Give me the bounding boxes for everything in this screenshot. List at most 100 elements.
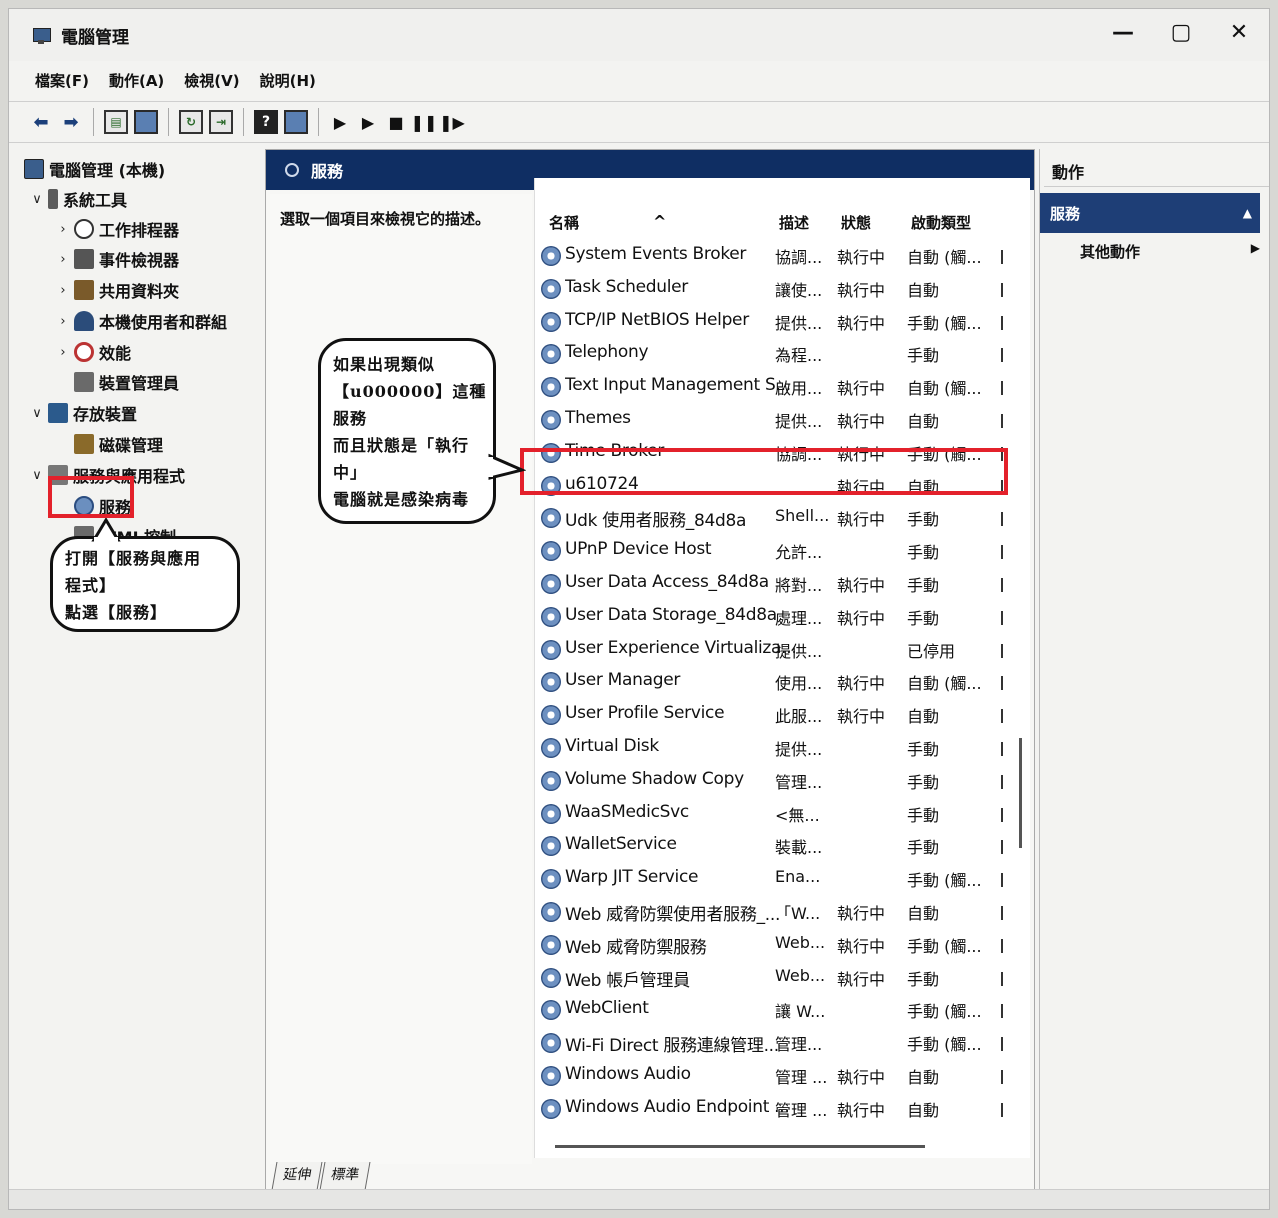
- service-description: 提供...: [775, 739, 823, 759]
- console-tree: 電腦管理 (本機) ∨ 系統工具 › 工作排程器 › 事件檢視器 › 共用資料夾…: [21, 149, 257, 1189]
- chevron-down-icon[interactable]: ∨: [29, 192, 45, 207]
- service-row[interactable]: Udk 使用者服務_84d8a Shell... 執行中 手動: [535, 502, 1030, 535]
- service-row[interactable]: Web 威脅防禦服務 Web... 執行中 手動 (觸...: [535, 929, 1030, 962]
- column-divider: [1001, 1004, 1003, 1019]
- service-row[interactable]: Web 威脅防禦使用者服務_... 「W... 執行中 自動: [535, 896, 1030, 929]
- clock-icon: [74, 219, 94, 239]
- service-row[interactable]: User Data Storage_84d8a 處理... 執行中 手動: [535, 601, 1030, 634]
- service-status: 執行中: [837, 969, 886, 989]
- more-actions[interactable]: 其他動作 ▶: [1080, 241, 1260, 262]
- maximize-button[interactable]: ▢: [1167, 19, 1195, 47]
- column-startup-type[interactable]: 啟動類型: [911, 212, 971, 233]
- service-row[interactable]: WalletService 裝載... 手動: [535, 830, 1030, 863]
- tree-task-scheduler[interactable]: › 工作排程器: [55, 215, 179, 243]
- tree-root[interactable]: 電腦管理 (本機): [21, 155, 165, 183]
- service-row[interactable]: Web 帳戶管理員 Web... 執行中 手動: [535, 962, 1030, 995]
- chevron-down-icon[interactable]: ∨: [29, 468, 45, 483]
- services-highlight-box: [48, 476, 134, 518]
- tab-standard[interactable]: 標準: [319, 1162, 371, 1190]
- service-name: TCP/IP NetBIOS Helper: [565, 309, 749, 330]
- chevron-right-icon[interactable]: ›: [55, 345, 71, 360]
- service-gear-icon: [541, 901, 561, 922]
- tree-event-viewer[interactable]: › 事件檢視器: [55, 245, 179, 273]
- tree-shared-folders[interactable]: › 共用資料夾: [55, 276, 179, 304]
- service-name: Telephony: [565, 342, 649, 363]
- start-icon[interactable]: ▶: [329, 110, 351, 134]
- service-startup-type: 手動 (觸...: [907, 1002, 982, 1022]
- tree-system-tools[interactable]: ∨ 系統工具: [29, 185, 127, 213]
- service-row[interactable]: Warp JIT Service Ena... 手動 (觸...: [535, 863, 1030, 896]
- service-row[interactable]: User Experience Virtualiza... 提供... 已停用: [535, 634, 1030, 667]
- column-divider: [1001, 610, 1003, 625]
- actions-services-group[interactable]: 服務 ▲: [1040, 193, 1260, 233]
- service-gear-icon: [541, 770, 561, 791]
- actions-title: 動作: [1044, 155, 1269, 187]
- service-row[interactable]: TCP/IP NetBIOS Helper 提供... 執行中 手動 (觸...: [535, 306, 1030, 339]
- tab-extended[interactable]: 延伸: [271, 1162, 323, 1190]
- service-description: 為程...: [775, 346, 823, 366]
- service-row[interactable]: Windows Audio 管理 ... 執行中 自動: [535, 1060, 1030, 1093]
- stop-icon[interactable]: ■: [385, 110, 407, 134]
- chevron-right-icon[interactable]: ›: [55, 252, 71, 267]
- menu-action[interactable]: 動作(A): [109, 70, 164, 91]
- service-status: 執行中: [837, 379, 886, 399]
- service-status: 執行中: [837, 674, 886, 694]
- column-description[interactable]: 描述: [779, 212, 809, 233]
- service-status: 執行中: [837, 608, 886, 628]
- service-row[interactable]: System Events Broker 協調... 執行中 自動 (觸...: [535, 240, 1030, 273]
- column-status[interactable]: 狀態: [841, 212, 871, 233]
- help-icon[interactable]: ?: [254, 110, 278, 134]
- service-row[interactable]: Text Input Management S... 啟用... 執行中 自動 (觸.…: [535, 371, 1030, 404]
- tree-performance[interactable]: › 效能: [55, 338, 131, 366]
- service-row[interactable]: UPnP Device Host 允許... 手動: [535, 535, 1030, 568]
- close-button[interactable]: ✕: [1225, 19, 1253, 47]
- tree-disk-management[interactable]: 磁碟管理: [71, 430, 163, 458]
- properties-icon[interactable]: [284, 110, 308, 134]
- tree-storage[interactable]: ∨ 存放裝置: [29, 399, 137, 427]
- window-title: 電腦管理: [61, 27, 129, 48]
- refresh-icon[interactable]: ↻: [179, 110, 203, 134]
- service-name: System Events Broker: [565, 244, 747, 264]
- service-row[interactable]: Volume Shadow Copy 管理... 手動: [535, 765, 1030, 798]
- minimize-button[interactable]: —: [1109, 19, 1137, 47]
- chevron-right-icon[interactable]: ›: [55, 283, 71, 298]
- menu-view[interactable]: 檢視(V): [184, 70, 239, 91]
- service-row[interactable]: Telephony 為程... 手動: [535, 338, 1030, 371]
- start-alt-icon[interactable]: ▶: [357, 110, 379, 134]
- tree-local-users[interactable]: › 本機使用者和群組: [55, 307, 227, 335]
- chevron-down-icon[interactable]: ∨: [29, 406, 45, 421]
- chevron-right-icon[interactable]: ›: [55, 222, 71, 237]
- service-row[interactable]: User Data Access_84d8a 將對... 執行中 手動: [535, 568, 1030, 601]
- chevron-right-icon[interactable]: ›: [55, 314, 71, 329]
- horizontal-scrollbar[interactable]: [555, 1145, 925, 1148]
- service-row[interactable]: Windows Audio Endpoint ... 管理 ... 執行中 自動: [535, 1093, 1030, 1126]
- service-row[interactable]: Wi-Fi Direct 服務連線管理... 管理... 手動 (觸...: [535, 1027, 1030, 1060]
- column-name[interactable]: 名稱: [549, 212, 579, 233]
- menu-file[interactable]: 檔案(F): [35, 70, 89, 91]
- pause-icon[interactable]: ❚❚: [411, 110, 438, 134]
- folder-icon[interactable]: ▤: [104, 110, 128, 134]
- back-arrow-icon[interactable]: ⬅: [29, 110, 53, 134]
- forward-arrow-icon[interactable]: ➡: [59, 110, 83, 134]
- service-row[interactable]: Virtual Disk 提供... 手動: [535, 732, 1030, 765]
- service-row[interactable]: Themes 提供... 執行中 自動: [535, 404, 1030, 437]
- service-row[interactable]: WaaSMedicSvc <無... 手動: [535, 798, 1030, 831]
- menu-help[interactable]: 說明(H): [260, 70, 316, 91]
- toolbar-separator: [318, 108, 319, 136]
- vertical-scrollbar[interactable]: [1019, 738, 1022, 848]
- service-description: 「W...: [775, 903, 821, 923]
- export-list-icon[interactable]: ⇥: [209, 110, 233, 134]
- service-description: 提供...: [775, 641, 823, 661]
- console-tree-icon[interactable]: [134, 110, 158, 134]
- column-divider: [1001, 709, 1003, 724]
- service-row[interactable]: User Profile Service 此服... 執行中 自動: [535, 699, 1030, 732]
- service-row[interactable]: WebClient 讓 W... 手動 (觸...: [535, 994, 1030, 1027]
- service-row[interactable]: Task Scheduler 讓使... 執行中 自動: [535, 273, 1030, 306]
- service-name: Wi-Fi Direct 服務連線管理...: [565, 1036, 779, 1057]
- service-row[interactable]: User Manager 使用... 執行中 自動 (觸...: [535, 666, 1030, 699]
- service-startup-type: 手動: [907, 772, 940, 792]
- resume-icon[interactable]: ❚▶: [439, 110, 465, 134]
- chevron-up-icon[interactable]: ▲: [1243, 206, 1252, 220]
- service-name: WalletService: [565, 834, 677, 855]
- tree-device-manager[interactable]: 裝置管理員: [71, 368, 179, 396]
